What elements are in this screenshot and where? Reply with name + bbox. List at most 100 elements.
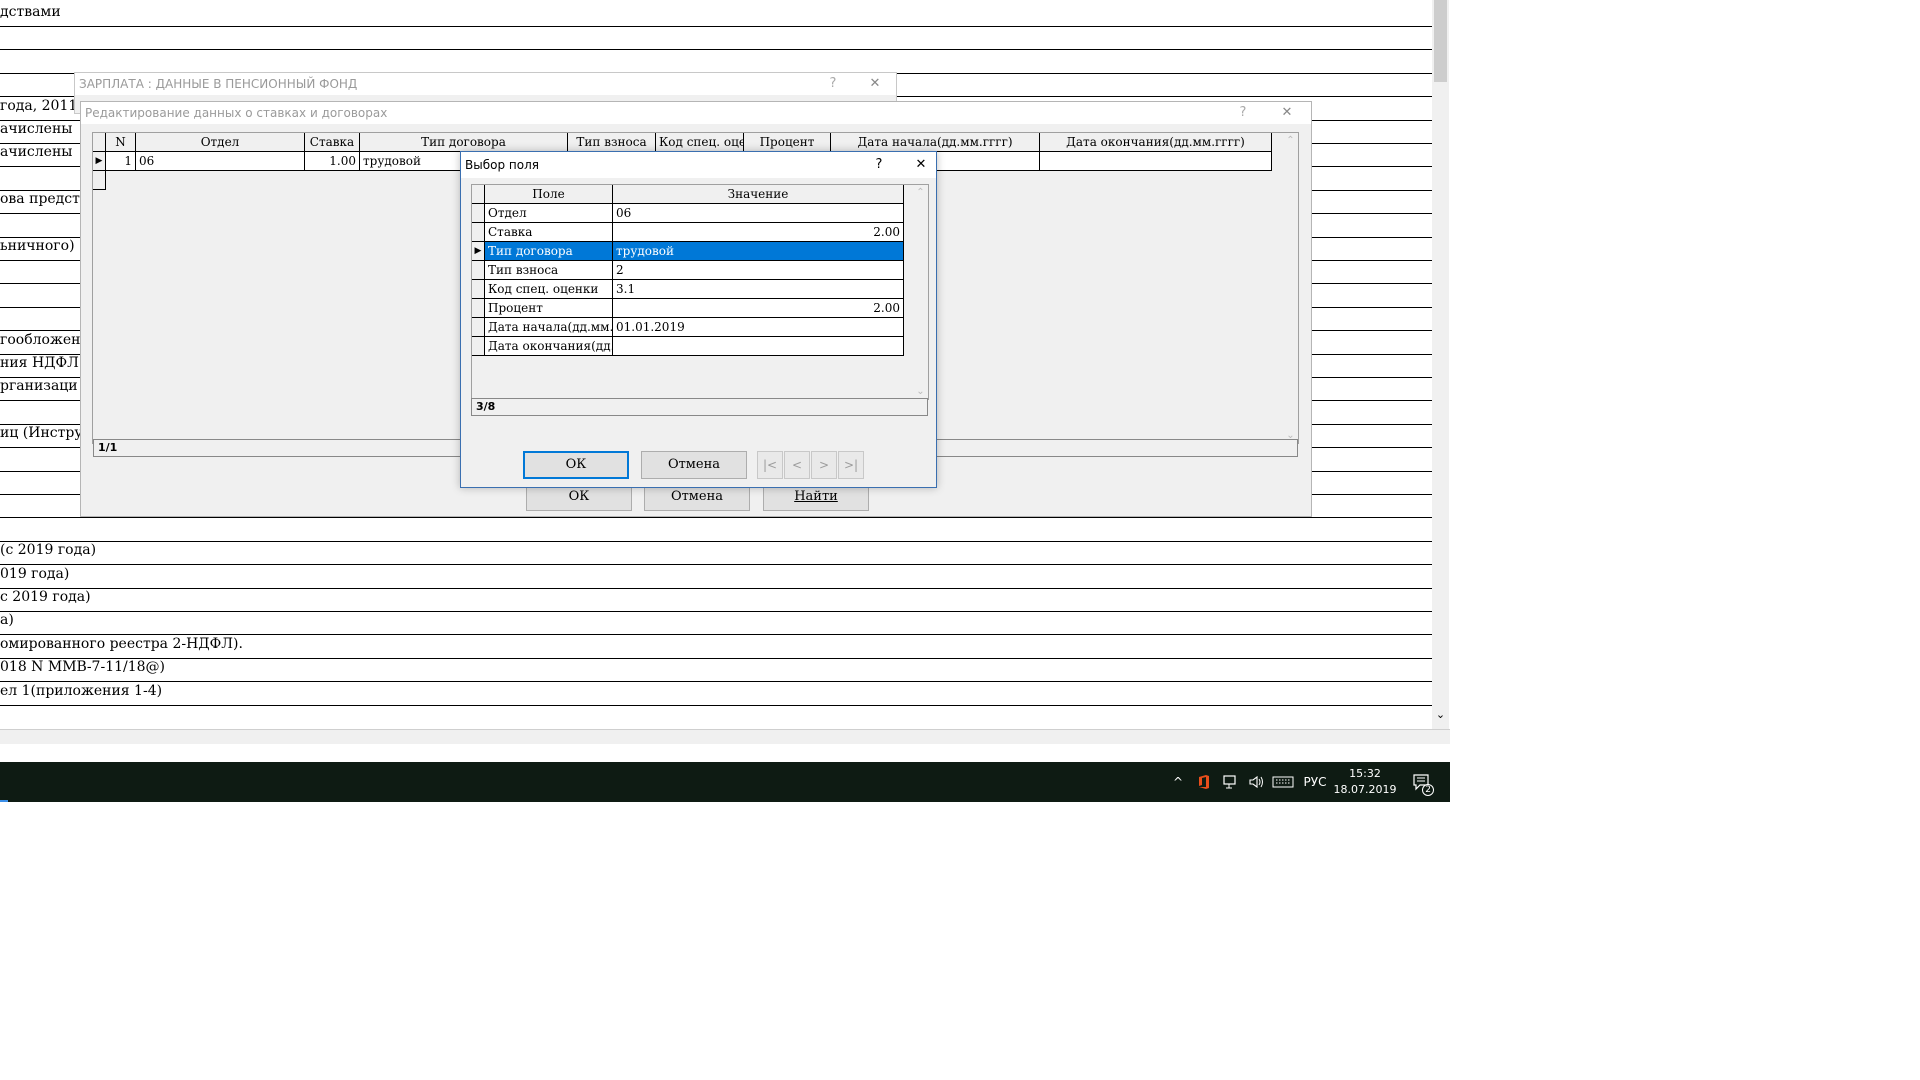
field-value-cell[interactable]: 3.1: [613, 280, 904, 299]
report-line-text[interactable]: с 2019 года): [0, 589, 91, 605]
col-header-field[interactable]: Поле: [485, 185, 613, 204]
field-name-cell[interactable]: Дата начала(дд.мм.г: [485, 318, 613, 337]
report-row-divider: [0, 681, 1432, 683]
col-header-dept[interactable]: Отдел: [136, 133, 305, 152]
row-indicator: [472, 261, 485, 280]
col-header-special-code[interactable]: Код спец. оце: [656, 133, 744, 152]
cell-rate[interactable]: 1.00: [305, 152, 360, 171]
cell-end-date[interactable]: [1040, 152, 1272, 171]
row-indicator: [472, 223, 485, 242]
pension-help-button[interactable]: ?: [819, 73, 847, 95]
field-dialog-help-button[interactable]: ?: [865, 152, 893, 178]
vertical-scrollbar[interactable]: [1432, 0, 1449, 729]
volume-icon[interactable]: [1246, 762, 1268, 802]
report-line-text[interactable]: (с 2019 года): [0, 542, 96, 558]
nav-last-button[interactable]: >|: [838, 451, 864, 479]
report-line-text[interactable]: ния НДФЛ: [0, 355, 79, 371]
report-line-text[interactable]: гообложен: [0, 332, 80, 348]
report-line-text[interactable]: года, 2011: [0, 98, 77, 114]
field-grid-scrollbar[interactable]: ⌃ ⌄: [913, 185, 928, 399]
field-name-cell[interactable]: Ставка: [485, 223, 613, 242]
cell-n[interactable]: 1: [106, 152, 136, 171]
field-name-cell[interactable]: Тип договора: [485, 242, 613, 261]
edit-close-button[interactable]: ✕: [1273, 102, 1301, 124]
field-value-cell[interactable]: трудовой: [613, 242, 904, 261]
nav-first-button[interactable]: |<: [757, 451, 783, 479]
col-header-contract[interactable]: Тип договора: [360, 133, 568, 152]
cell-dept[interactable]: 06: [136, 152, 305, 171]
field-name-cell[interactable]: Процент: [485, 299, 613, 318]
pension-close-button[interactable]: ✕: [861, 73, 889, 95]
field-ok-button[interactable]: ОК: [523, 451, 629, 479]
field-name-cell[interactable]: Код спец. оценки: [485, 280, 613, 299]
edit-help-button[interactable]: ?: [1229, 102, 1257, 124]
nav-next-button[interactable]: >: [811, 451, 837, 479]
report-line-text[interactable]: а): [0, 612, 14, 628]
office-icon[interactable]: [1194, 762, 1214, 802]
horizontal-scrollbar[interactable]: [0, 729, 1450, 744]
field-value-cell[interactable]: 01.01.2019: [613, 318, 904, 337]
col-header-rate[interactable]: Ставка: [305, 133, 360, 152]
report-line-text[interactable]: дствами: [0, 4, 61, 20]
scroll-down-arrow-icon[interactable]: ⌄: [1432, 706, 1449, 723]
network-icon[interactable]: [1220, 762, 1242, 802]
field-name-cell[interactable]: Тип взноса: [485, 261, 613, 280]
table-row[interactable]: Отдел 06: [472, 204, 904, 223]
report-line-text[interactable]: ачислены: [0, 144, 72, 160]
field-value-cell[interactable]: 2.00: [613, 299, 904, 318]
table-row-empty[interactable]: [93, 171, 106, 190]
col-header-percent[interactable]: Процент: [744, 133, 831, 152]
field-value-cell[interactable]: 06: [613, 204, 904, 223]
report-row-divider: [0, 26, 1432, 27]
language-indicator[interactable]: РУС: [1300, 762, 1330, 802]
field-name-cell[interactable]: Отдел: [485, 204, 613, 223]
table-row[interactable]: ▶ Тип договора трудовой: [472, 242, 904, 261]
col-header-n[interactable]: N: [106, 133, 136, 152]
report-line-text[interactable]: омированного реестра 2-НДФЛ).: [0, 636, 243, 652]
keyboard-icon[interactable]: [1270, 762, 1296, 802]
report-line-text[interactable]: ьничного): [0, 238, 75, 254]
report-line-text[interactable]: иц (Инстру: [0, 425, 83, 441]
clock-date: 18.07.2019: [1333, 783, 1397, 796]
report-line-text[interactable]: 019 года): [0, 566, 69, 582]
col-header-end-date[interactable]: Дата окончания(дд.мм.гггг): [1040, 133, 1272, 152]
tray-chevron-icon[interactable]: ^: [1168, 762, 1188, 802]
field-dialog-close-button[interactable]: ✕: [907, 152, 935, 178]
header-indicator: [472, 185, 485, 204]
scrollbar-thumb[interactable]: [1434, 0, 1447, 82]
report-line-text[interactable]: ачислены: [0, 121, 72, 137]
report-line-text[interactable]: рганизаци: [0, 378, 78, 394]
report-row-divider: [0, 49, 1432, 51]
field-value-grid[interactable]: Поле Значение Отдел 06 Ставка 2.00 ▶ Тип дого…: [471, 184, 929, 400]
field-cancel-button[interactable]: Отмена: [641, 451, 747, 479]
nav-prev-button[interactable]: <: [784, 451, 810, 479]
row-indicator: [93, 171, 106, 190]
report-row-divider: [0, 517, 1432, 519]
rates-grid-scrollbar[interactable]: ⌃ ⌄: [1283, 133, 1298, 443]
pension-window-title: ЗАРПЛАТА : ДАННЫЕ В ПЕНСИОННЫЙ ФОНД: [75, 73, 896, 95]
report-line-text[interactable]: 018 N ММВ-7-11/18@): [0, 659, 165, 675]
field-value-cell[interactable]: [613, 337, 904, 356]
col-header-start-date[interactable]: Дата начала(дд.мм.гггг): [831, 133, 1040, 152]
row-pointer-icon: ▶: [93, 152, 106, 171]
table-row[interactable]: Ставка 2.00: [472, 223, 904, 242]
table-row[interactable]: Тип взноса 2: [472, 261, 904, 280]
row-indicator: [472, 280, 485, 299]
report-line-text[interactable]: ова предст: [0, 191, 80, 207]
report-row-divider: [0, 564, 1432, 566]
report-row-divider: [0, 611, 1432, 612]
field-value-cell[interactable]: 2: [613, 261, 904, 280]
edit-window-title: Редактирование данных о ставках и догово…: [81, 102, 1311, 124]
notifications-icon[interactable]: 2: [1408, 762, 1436, 802]
table-row[interactable]: Процент 2.00: [472, 299, 904, 318]
clock-time: 15:32: [1349, 767, 1381, 780]
table-row[interactable]: Дата окончания(дд.: [472, 337, 904, 356]
report-line-text[interactable]: ел 1(приложения 1-4): [0, 683, 162, 699]
field-value-cell[interactable]: 2.00: [613, 223, 904, 242]
col-header-fee-type[interactable]: Тип взноса: [568, 133, 656, 152]
clock[interactable]: 15:32 18.07.2019: [1330, 766, 1400, 798]
field-name-cell[interactable]: Дата окончания(дд.: [485, 337, 613, 356]
table-row[interactable]: Код спец. оценки 3.1: [472, 280, 904, 299]
col-header-value[interactable]: Значение: [613, 185, 904, 204]
table-row[interactable]: Дата начала(дд.мм.г 01.01.2019: [472, 318, 904, 337]
